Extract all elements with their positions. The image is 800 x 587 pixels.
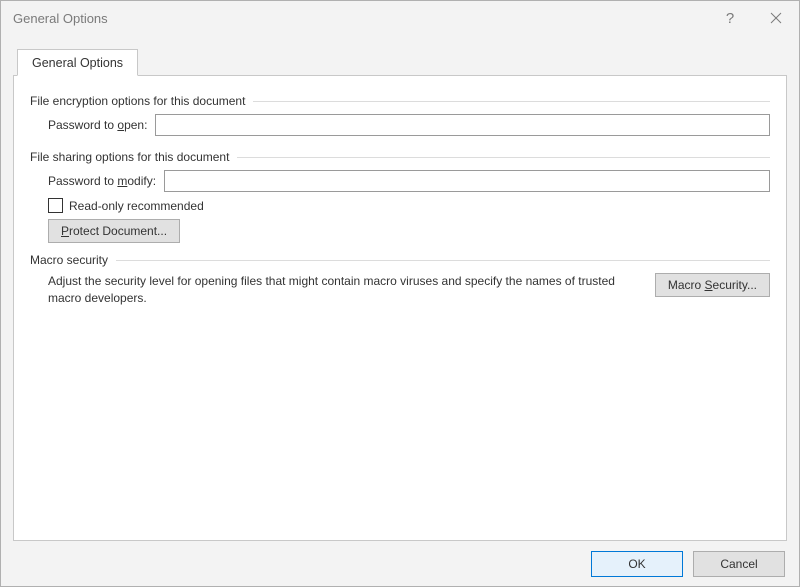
help-button[interactable]: ? [707,1,753,35]
titlebar: General Options ? [1,1,799,35]
section-encryption-heading: File encryption options for this documen… [30,94,770,108]
help-icon: ? [726,10,734,27]
readonly-row[interactable]: Read-only recommended [48,198,770,213]
password-open-input[interactable] [155,114,770,136]
section-sharing-heading: File sharing options for this document [30,150,770,164]
ok-button[interactable]: OK [591,551,683,577]
macro-row: Adjust the security level for opening fi… [48,273,770,307]
section-macro-title: Macro security [30,253,108,267]
protect-document-button[interactable]: Protect Document... [48,219,180,243]
password-open-label: Password to open: [48,118,147,132]
close-icon [770,12,782,24]
password-modify-label: Password to modify: [48,174,156,188]
dialog-body: General Options File encryption options … [1,35,799,541]
macro-description: Adjust the security level for opening fi… [48,273,639,307]
close-button[interactable] [753,1,799,35]
section-macro-heading: Macro security [30,253,770,267]
tab-general-options[interactable]: General Options [17,49,138,76]
readonly-label: Read-only recommended [69,199,204,213]
password-open-row: Password to open: [48,114,770,136]
macro-security-button[interactable]: Macro Security... [655,273,770,297]
general-options-dialog: General Options ? General Options File e… [0,0,800,587]
window-title: General Options [13,11,108,26]
tab-panel: File encryption options for this documen… [13,75,787,541]
dialog-footer: OK Cancel [1,541,799,586]
section-sharing-title: File sharing options for this document [30,150,229,164]
protect-row: Protect Document... [48,219,770,243]
readonly-checkbox[interactable] [48,198,63,213]
cancel-button[interactable]: Cancel [693,551,785,577]
password-modify-row: Password to modify: [48,170,770,192]
password-modify-input[interactable] [164,170,770,192]
section-encryption-title: File encryption options for this documen… [30,94,245,108]
